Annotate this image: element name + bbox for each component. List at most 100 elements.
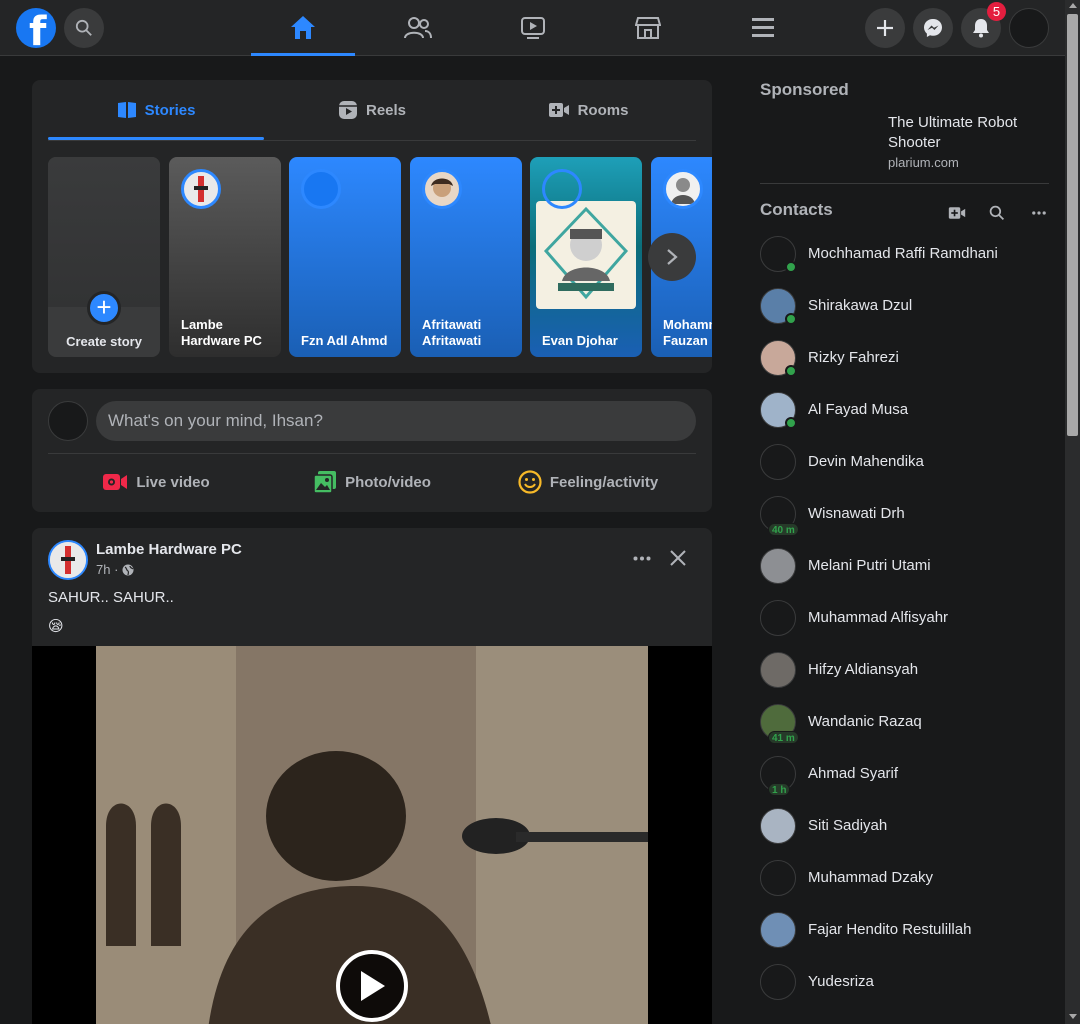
feeling-activity-label: Feeling/activity xyxy=(549,473,659,491)
contact-avatar xyxy=(760,912,796,948)
nav-tab-friends[interactable] xyxy=(366,0,470,56)
watch-icon xyxy=(521,17,545,39)
account-avatar[interactable] xyxy=(1009,8,1049,48)
photo-video-label: Photo/video xyxy=(345,473,431,491)
search-button[interactable] xyxy=(64,8,104,48)
contact-item[interactable]: Devin Mahendika xyxy=(752,436,1057,488)
nav-tab-home[interactable] xyxy=(251,0,355,56)
contact-item[interactable]: Siti Sadiyah xyxy=(752,800,1057,852)
ad-domain[interactable]: plarium.com xyxy=(888,155,959,170)
contact-name: Wandanic Razaq xyxy=(808,713,922,730)
sponsored-heading: Sponsored xyxy=(760,80,849,99)
contact-item[interactable]: Wisnawati Drh 40 m xyxy=(752,488,1057,540)
contact-name: Fajar Hendito Restulillah xyxy=(808,921,972,938)
search-icon xyxy=(989,205,1005,221)
create-button[interactable] xyxy=(865,8,905,48)
contact-name: Rizky Fahrezi xyxy=(808,349,899,366)
messenger-button[interactable] xyxy=(913,8,953,48)
story-card[interactable]: Afritawati Afritawati xyxy=(410,157,522,357)
new-room-button[interactable] xyxy=(941,197,973,229)
feed-post: Lambe Hardware PC 7h · SAHUR.. SAHUR.. 😪 xyxy=(32,528,712,1024)
contact-item[interactable]: Muhammad Alfisyahr xyxy=(752,592,1057,644)
contact-avatar xyxy=(760,860,796,896)
contact-name: Wisnawati Drh xyxy=(808,505,905,522)
ad-title[interactable]: The Ultimate Robot Shooter xyxy=(888,113,1058,153)
contact-item[interactable]: Mochhamad Raffi Ramdhani xyxy=(752,228,1057,280)
post-options-button[interactable] xyxy=(626,542,658,574)
search-contacts-button[interactable] xyxy=(981,197,1013,229)
contact-item[interactable]: Al Fayad Musa xyxy=(752,384,1057,436)
live-video-icon xyxy=(103,474,128,490)
live-video-button[interactable]: Live video xyxy=(48,462,264,502)
post-author-name[interactable]: Lambe Hardware PC xyxy=(96,541,242,558)
video-camera-plus-icon xyxy=(948,207,966,219)
contacts-heading: Contacts xyxy=(760,200,833,219)
story-card[interactable]: Evan Djohar xyxy=(530,157,642,357)
composer-input[interactable]: What's on your mind, Ihsan? xyxy=(96,401,696,441)
contact-name: Hifzy Aldiansyah xyxy=(808,661,919,678)
post-video[interactable] xyxy=(32,646,712,1024)
user-avatar[interactable] xyxy=(48,401,88,441)
stories-next-button[interactable] xyxy=(648,233,696,281)
friends-icon xyxy=(404,17,432,39)
story-name: Lambe Hardware PC xyxy=(181,317,262,348)
tab-rooms[interactable]: Rooms xyxy=(480,80,696,140)
notification-badge: 5 xyxy=(987,2,1006,21)
nav-tab-menu[interactable] xyxy=(711,0,815,56)
story-name: Mohammad Fauzan xyxy=(663,317,712,348)
contacts-options-button[interactable] xyxy=(1023,197,1055,229)
search-icon xyxy=(75,19,92,36)
contact-item[interactable]: Ahmad Syarif 1 h xyxy=(752,748,1057,800)
bell-icon xyxy=(973,19,989,38)
create-story-label: Create story xyxy=(66,334,142,349)
nav-tab-marketplace[interactable] xyxy=(596,0,700,56)
story-card[interactable]: Fzn Adl Ahmd xyxy=(289,157,401,357)
contact-item[interactable]: Muhammad Dzaky xyxy=(752,852,1057,904)
contact-name: Muhammad Alfisyahr xyxy=(808,609,949,626)
story-tabs: Stories Reels Rooms xyxy=(48,80,696,141)
play-button[interactable] xyxy=(336,950,408,1022)
facebook-logo[interactable]: f xyxy=(16,8,56,48)
story-avatar xyxy=(663,169,703,209)
contact-item[interactable]: Wandanic Razaq 41 m xyxy=(752,696,1057,748)
nav-tab-watch[interactable] xyxy=(481,0,585,56)
home-icon xyxy=(291,15,315,39)
online-status-dot xyxy=(785,417,797,429)
post-time[interactable]: 7h · xyxy=(96,562,118,577)
story-avatar xyxy=(542,169,582,209)
hide-post-button[interactable] xyxy=(662,542,694,574)
marketplace-icon xyxy=(635,17,661,39)
story-avatar xyxy=(301,169,341,209)
contact-item[interactable]: Melani Putri Utami xyxy=(752,540,1057,592)
tab-stories[interactable]: Stories xyxy=(48,80,264,140)
post-composer: What's on your mind, Ihsan? Live video P… xyxy=(32,389,712,512)
story-card[interactable]: Lambe Hardware PC xyxy=(169,157,281,357)
scroll-down-icon[interactable] xyxy=(1069,1014,1077,1019)
contact-item[interactable]: Fajar Hendito Restulillah xyxy=(752,904,1057,956)
contact-avatar xyxy=(760,652,796,688)
create-story-card[interactable]: + Create story xyxy=(48,157,160,357)
post-author-avatar[interactable] xyxy=(48,540,88,580)
more-horizontal-icon xyxy=(633,556,651,560)
scroll-thumb[interactable] xyxy=(1067,14,1078,436)
hamburger-menu-icon xyxy=(752,18,774,37)
contact-item[interactable]: Yudesriza xyxy=(752,956,1057,1008)
photo-video-button[interactable]: Photo/video xyxy=(264,462,480,502)
more-horizontal-icon xyxy=(1032,211,1046,215)
ad-image[interactable] xyxy=(760,112,876,172)
chevron-right-icon xyxy=(667,249,678,265)
globe-icon xyxy=(122,564,134,575)
last-active-badge: 41 m xyxy=(768,731,799,744)
scroll-up-icon[interactable] xyxy=(1069,3,1077,8)
tab-reels-label: Reels xyxy=(365,101,407,119)
contact-item[interactable]: Shirakawa Dzul xyxy=(752,280,1057,332)
last-active-badge: 1 h xyxy=(768,783,791,796)
tab-reels[interactable]: Reels xyxy=(264,80,480,140)
reels-icon xyxy=(338,101,357,119)
contact-item[interactable]: Hifzy Aldiansyah xyxy=(752,644,1057,696)
page-scrollbar[interactable] xyxy=(1065,0,1080,1024)
contact-name: Ahmad Syarif xyxy=(808,765,899,782)
plus-icon xyxy=(877,20,893,36)
contact-item[interactable]: Rizky Fahrezi xyxy=(752,332,1057,384)
feeling-activity-button[interactable]: Feeling/activity xyxy=(480,462,696,502)
